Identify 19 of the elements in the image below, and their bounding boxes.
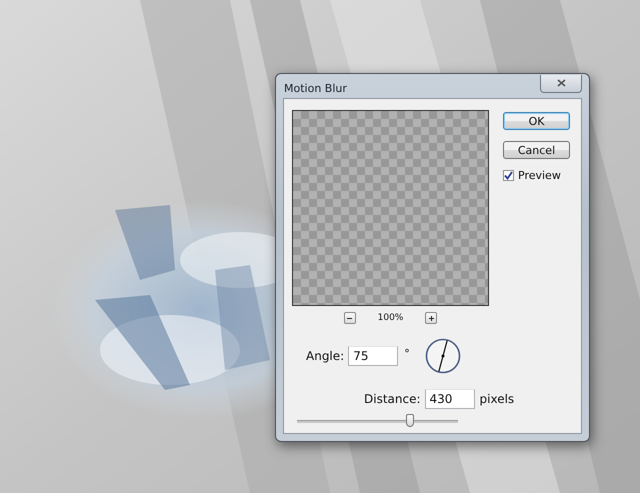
close-button[interactable] bbox=[540, 74, 582, 92]
plus-icon bbox=[428, 316, 434, 320]
zoom-level: 100% bbox=[378, 313, 404, 323]
pixels-unit: pixels bbox=[480, 392, 514, 406]
close-icon bbox=[556, 79, 566, 87]
angle-field[interactable]: 75 bbox=[348, 346, 398, 366]
ok-button[interactable]: OK bbox=[503, 112, 570, 130]
distance-label: Distance: bbox=[364, 392, 421, 406]
cancel-button[interactable]: Cancel bbox=[503, 141, 570, 159]
window-title: Motion Blur bbox=[284, 82, 347, 94]
checkbox-label: Preview bbox=[518, 169, 561, 182]
angle-label: Angle: bbox=[306, 349, 344, 363]
degree-unit: ° bbox=[404, 347, 410, 360]
angle-dial[interactable] bbox=[424, 338, 461, 374]
zoom-in-button[interactable] bbox=[425, 312, 438, 324]
slider-thumb[interactable] bbox=[406, 414, 414, 426]
zoom-out-button[interactable] bbox=[344, 312, 356, 324]
distance-field[interactable]: 430 bbox=[424, 389, 475, 409]
checkbox[interactable] bbox=[503, 170, 514, 181]
